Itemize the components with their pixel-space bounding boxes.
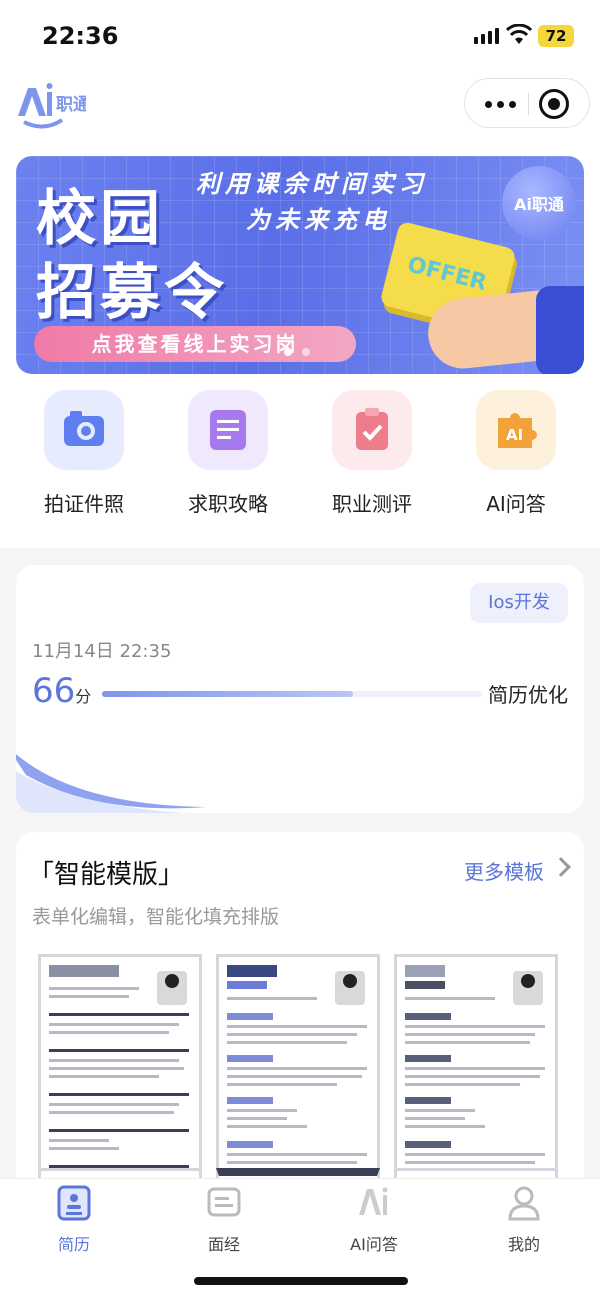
quick-action-label-id-photo: 拍证件照 bbox=[44, 492, 124, 516]
interview-icon bbox=[207, 1187, 241, 1217]
tab-label-resume: 简历 bbox=[57, 1235, 90, 1254]
view-internships-button[interactable]: 点我查看线上实习岗 bbox=[34, 326, 356, 362]
career-test-icon-button[interactable] bbox=[332, 390, 412, 470]
resume-card[interactable]: Ios开发 11月14日 22:35 66分 简历优化 bbox=[16, 565, 584, 813]
app-logo: 职通 bbox=[18, 83, 86, 129]
job-tag[interactable]: Ios开发 bbox=[470, 583, 568, 623]
battery-indicator: 72 bbox=[538, 25, 574, 47]
resume-date: 11月14日 22:35 bbox=[32, 641, 172, 662]
optimize-resume-button[interactable]: 简历优化 bbox=[488, 679, 568, 708]
score-unit: 分 bbox=[75, 687, 92, 706]
carousel-dots bbox=[284, 348, 310, 356]
status-time: 22:36 bbox=[42, 22, 119, 50]
app-header: 职通 bbox=[0, 72, 600, 152]
banner-subtitle-line1: 利用课余时间实习 bbox=[196, 170, 428, 198]
tab-label-ai-qa: AI问答 bbox=[350, 1235, 398, 1254]
close-miniprogram-button[interactable] bbox=[539, 89, 569, 119]
chevron-right-icon[interactable] bbox=[551, 857, 571, 877]
capsule-divider bbox=[528, 93, 529, 115]
job-guide-icon-button[interactable] bbox=[188, 390, 268, 470]
svg-text:职通: 职通 bbox=[56, 95, 86, 115]
score-progress-bar bbox=[102, 691, 482, 697]
score-value: 66 bbox=[32, 671, 76, 711]
banner-subtitle-line2: 为未来充电 bbox=[246, 206, 391, 234]
clipboard-check-icon bbox=[356, 408, 388, 450]
score-progress-fill bbox=[102, 691, 353, 697]
tab-label-mine: 我的 bbox=[507, 1235, 540, 1254]
templates-title: 「智能模版」 bbox=[28, 860, 185, 890]
camera-icon bbox=[64, 411, 104, 446]
resume-icon bbox=[57, 1185, 91, 1221]
templates-subtitle: 表单化编辑，智能化填充排版 bbox=[32, 906, 280, 928]
wifi-icon bbox=[506, 24, 532, 44]
id-photo-icon-button[interactable] bbox=[44, 390, 124, 470]
template-thumbnail[interactable] bbox=[394, 954, 558, 1182]
miniprogram-capsule bbox=[464, 78, 590, 128]
profile-icon bbox=[508, 1186, 540, 1221]
more-menu-button[interactable] bbox=[473, 79, 527, 129]
decorative-swoosh bbox=[16, 754, 206, 813]
resume-score: 66分 bbox=[32, 671, 91, 711]
tab-interview[interactable]: 面经 bbox=[174, 1185, 274, 1255]
quick-action-label-career-test: 职业测评 bbox=[332, 492, 412, 516]
tab-mine[interactable]: 我的 bbox=[474, 1185, 574, 1255]
tab-ai-qa[interactable]: AI问答 bbox=[324, 1185, 424, 1255]
puzzle-ai-icon: AI bbox=[498, 413, 537, 448]
template-thumbnail[interactable] bbox=[216, 954, 380, 1182]
ai-qa-icon-button[interactable]: AI bbox=[476, 390, 556, 470]
more-templates-link[interactable]: 更多模板 bbox=[464, 856, 544, 885]
banner-logo-badge: Ai职通 bbox=[502, 166, 576, 240]
document-icon bbox=[210, 410, 246, 450]
status-bar: 22:36 72 bbox=[0, 0, 600, 72]
signal-icon bbox=[474, 28, 499, 44]
banner-title-line2: 招募令 bbox=[36, 258, 228, 328]
tab-resume[interactable]: 简历 bbox=[24, 1185, 124, 1255]
sleeve-illustration bbox=[536, 286, 584, 374]
home-indicator bbox=[194, 1277, 408, 1285]
tab-label-interview: 面经 bbox=[207, 1235, 240, 1254]
quick-action-label-ai-qa: AI问答 bbox=[486, 492, 546, 516]
quick-action-label-job-guide: 求职攻略 bbox=[188, 492, 268, 516]
offer-card-text: OFFER bbox=[404, 252, 490, 297]
promo-banner[interactable]: 校园 招募令 利用课余时间实习 为未来充电 Ai职通 OFFER 点我查看线上实… bbox=[16, 156, 584, 374]
template-thumbnail[interactable] bbox=[38, 954, 202, 1182]
ai-icon bbox=[359, 1187, 388, 1215]
svg-text:AI: AI bbox=[506, 426, 523, 444]
